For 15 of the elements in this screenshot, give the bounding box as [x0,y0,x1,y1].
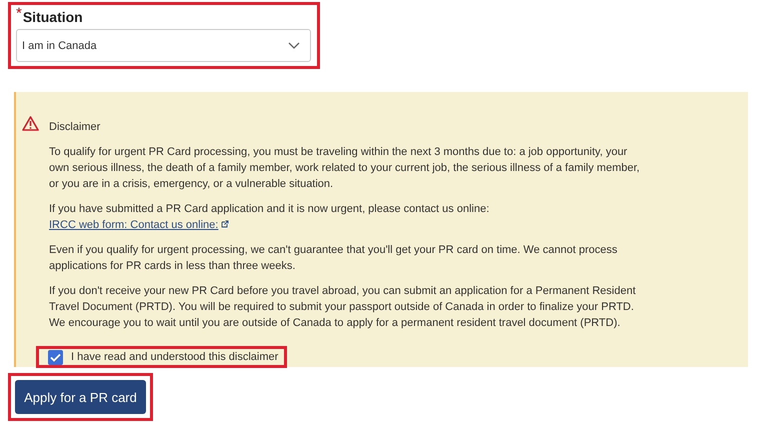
required-mark: * [16,7,22,21]
external-link-icon [221,220,230,228]
disclaimer-paragraph: To qualify for urgent PR Card processing, you must be traveling within the next 3 months due to: a job opportunity, your own serious illness, the death of a family member, work related to your current job, the serious illness of a family member, or you are in a crisis, emergency, or a vulnerable situation. [49,145,641,192]
disclaimer-paragraph: Even if you qualify for urgent processing, we can't guarantee that you'll get your PR card on time. We cannot process applications for PR cards in less than three weeks. [49,243,618,274]
checkbox[interactable] [48,350,63,364]
chevron-down-icon [288,42,300,50]
field-label: Situation [22,8,83,27]
apply-button[interactable]: Apply for a PR card [15,380,146,414]
warning-icon [22,116,39,131]
disclaimer-paragraph: If you have submitted a PR Card application and it is now urgent, please contact us online: IRCC web form: Contact us online: [49,202,490,233]
situation-dropdown[interactable]: I am in Canada [16,29,311,62]
checkbox-label: I have read and understood this disclaimer [71,350,278,365]
disclaimer-title: Disclaimer [49,120,102,135]
web-form-link[interactable]: IRCC web form: Contact us online: [49,219,230,231]
disclaimer-paragraph: If you don't receive your new PR Card before you travel abroad, you can submit an application for a Permanent Resident Travel Document (PRTD). You will be required to submit your passport outside of Canada in order to finalize your PRTD. We encourage you to wait until you are outside of Canada to apply for a permanent resident travel document (PRTD). [49,284,637,331]
